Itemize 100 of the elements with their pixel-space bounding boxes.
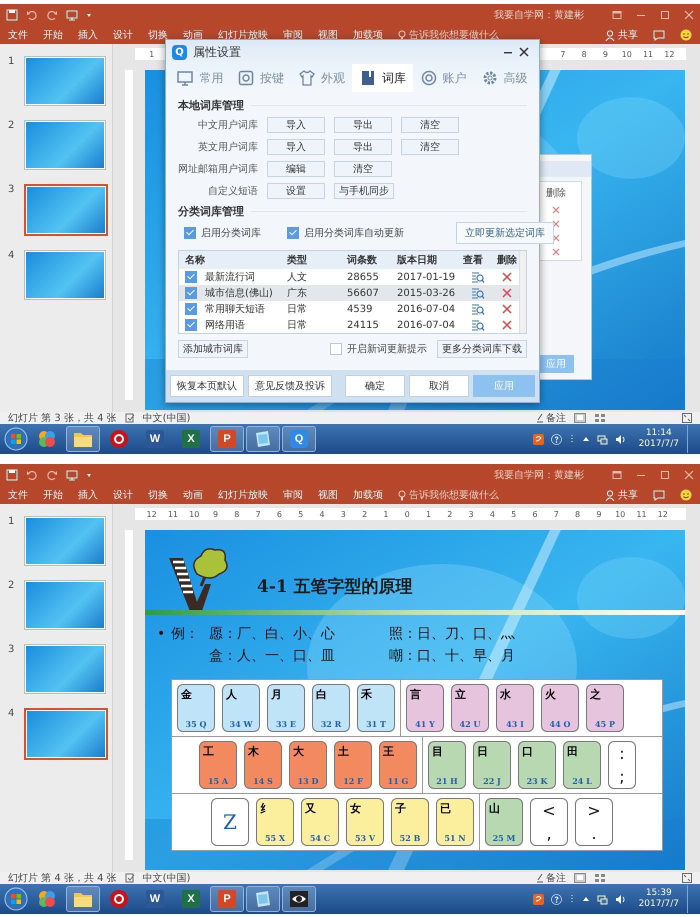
checkbox[interactable] [330, 343, 342, 355]
taskbar-button[interactable] [282, 886, 316, 912]
settings-tab[interactable]: 高级 [474, 64, 535, 92]
tell-me-field[interactable]: 告诉我你想要做什么 [398, 488, 499, 502]
action-button[interactable]: 导出 [334, 139, 392, 155]
share-button[interactable]: 共享 [605, 488, 638, 502]
action-button[interactable]: 清空 [401, 117, 459, 133]
update-button[interactable]: 立即更新选定词库 [456, 222, 554, 244]
ribbon-tab[interactable]: 审阅 [283, 488, 303, 502]
ribbon-tab[interactable]: 动画 [183, 488, 203, 502]
slide-thumbnail[interactable] [24, 580, 106, 630]
delete-icon[interactable] [502, 320, 512, 330]
undo-icon[interactable] [26, 9, 38, 21]
ribbon-tab[interactable]: 视图 [318, 28, 338, 42]
list-search-icon[interactable] [471, 319, 485, 331]
start-button[interactable] [4, 887, 28, 911]
maximize-icon[interactable] [660, 470, 670, 480]
fit-window-icon[interactable] [682, 413, 692, 423]
presentation-start-icon[interactable] [66, 469, 78, 481]
redo-icon[interactable] [46, 469, 58, 481]
slide-thumbnail[interactable] [24, 516, 106, 566]
slide-thumbnail[interactable] [24, 708, 108, 760]
ribbon-tab[interactable]: 文件 [8, 28, 28, 42]
caret-icon[interactable] [86, 11, 92, 19]
volume-icon[interactable] [614, 894, 626, 904]
show-hidden-icons-icon[interactable] [582, 435, 590, 443]
start-button[interactable] [4, 427, 28, 451]
ribbon-options-icon[interactable] [612, 10, 622, 20]
delete-icon[interactable] [552, 220, 560, 228]
comment-icon[interactable] [653, 490, 665, 500]
taskbar-button[interactable]: Q [282, 426, 316, 452]
clock-time[interactable]: 15:39 [646, 888, 672, 899]
taskbar-button[interactable]: P [210, 426, 244, 452]
clock-time[interactable]: 11:14 [646, 428, 672, 439]
redo-icon[interactable] [46, 9, 58, 21]
list-search-icon[interactable] [471, 303, 485, 315]
share-button[interactable]: 共享 [605, 28, 638, 42]
ribbon-tab[interactable]: 审阅 [283, 28, 303, 42]
table-row[interactable]: 城市信息(佛山) 广东 56607 2015-03-26 [179, 285, 519, 301]
row-checkbox[interactable] [185, 303, 197, 315]
fit-window-icon[interactable] [682, 873, 692, 883]
row-checkbox[interactable] [185, 319, 197, 331]
spellcheck-icon[interactable] [124, 873, 135, 883]
action-button[interactable]: 清空 [334, 161, 392, 177]
action-button[interactable]: 清空 [401, 139, 459, 155]
slide-thumbnail[interactable] [24, 644, 106, 694]
undo-icon[interactable] [26, 469, 38, 481]
ribbon-tab[interactable]: 切换 [148, 488, 168, 502]
show-hidden-icons-icon[interactable] [582, 895, 590, 903]
smiley-icon[interactable] [680, 29, 692, 41]
ribbon-tab[interactable]: 幻灯片放映 [218, 28, 268, 42]
help-icon[interactable] [550, 894, 562, 904]
ribbon-tab[interactable]: 插入 [78, 28, 98, 42]
caret-icon[interactable] [86, 471, 92, 479]
clock-date[interactable]: 2017/7/7 [638, 899, 679, 910]
ribbon-tab[interactable]: 动画 [183, 28, 203, 42]
normal-view-icon[interactable] [574, 413, 586, 423]
taskbar-button[interactable]: P [210, 886, 244, 912]
ribbon-options-icon[interactable] [612, 470, 622, 480]
presentation-start-icon[interactable] [66, 9, 78, 21]
taskbar-button[interactable]: W [138, 426, 172, 452]
list-search-icon[interactable] [471, 287, 485, 299]
action-button[interactable]: 与手机同步 [334, 183, 394, 199]
ribbon-tab[interactable]: 视图 [318, 488, 338, 502]
list-search-icon[interactable] [471, 271, 485, 283]
help-icon[interactable] [550, 434, 562, 444]
footer-button[interactable]: 确定 [345, 375, 405, 397]
volume-icon[interactable] [614, 434, 626, 444]
add-button[interactable]: 添加城市词库 [178, 340, 248, 358]
ribbon-tab[interactable]: 加载项 [353, 488, 383, 502]
slide-thumbnail[interactable] [24, 56, 106, 106]
ribbon-tab[interactable]: 切换 [148, 28, 168, 42]
sorter-view-icon[interactable] [594, 873, 606, 883]
delete-icon[interactable] [502, 288, 512, 298]
footer-button[interactable]: 恢复本页默认 [170, 375, 244, 397]
settings-tab[interactable]: 账户 [413, 64, 474, 92]
taskbar-button[interactable]: X [174, 426, 208, 452]
maximize-icon[interactable] [660, 10, 670, 20]
notes-button[interactable]: 备注 [536, 411, 566, 425]
slide-thumbnail[interactable] [24, 250, 106, 300]
download-button[interactable]: 更多分类词库下载 [437, 340, 527, 358]
delete-icon[interactable] [502, 304, 512, 314]
action-button[interactable]: 导入 [267, 117, 325, 133]
settings-tab[interactable]: 常用 [170, 64, 231, 92]
delete-icon[interactable] [552, 248, 560, 256]
action-button[interactable]: 编辑 [267, 161, 325, 177]
language-label[interactable]: 中文(中国) [142, 411, 190, 425]
ribbon-tab[interactable]: 开始 [43, 488, 63, 502]
ribbon-tab[interactable]: 设计 [113, 488, 133, 502]
input-method-icon[interactable] [532, 434, 544, 444]
spellcheck-icon[interactable] [124, 413, 135, 423]
table-row[interactable]: 网络用语 日常 24115 2016-07-04 [179, 317, 519, 333]
network-icon[interactable] [596, 894, 608, 904]
delete-icon[interactable] [552, 234, 560, 242]
row-checkbox[interactable] [185, 287, 197, 299]
delete-icon[interactable] [552, 206, 560, 214]
table-row[interactable]: 最新流行词 人文 28655 2017-01-19 [179, 269, 519, 285]
language-label[interactable]: 中文(中国) [142, 871, 190, 885]
smiley-icon[interactable] [680, 489, 692, 501]
save-icon[interactable] [6, 469, 18, 481]
